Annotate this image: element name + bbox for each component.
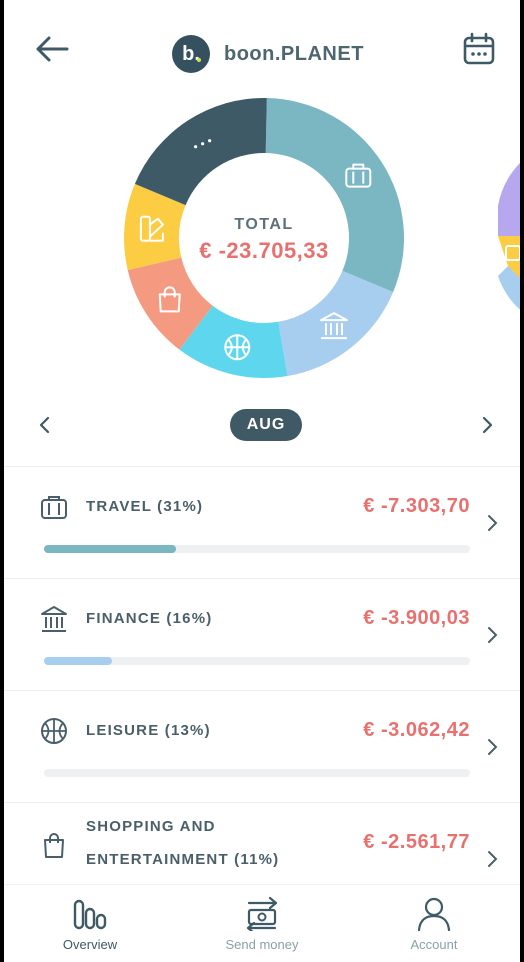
chevron-right-icon[interactable] <box>486 513 500 533</box>
calendar-icon[interactable] <box>462 32 496 66</box>
brand: b. boon.PLANET <box>172 34 364 74</box>
progress-track <box>44 769 470 777</box>
tab-account[interactable]: Account <box>348 885 520 962</box>
previous-month-donut[interactable] <box>4 146 34 326</box>
bank-icon <box>41 606 67 632</box>
category-row-travel[interactable]: TRAVEL (31%) € -7.303,70 <box>4 466 520 578</box>
category-label-line2: ENTERTAINMENT (11%) <box>86 851 280 868</box>
category-label: FINANCE (16%) <box>86 610 213 627</box>
tab-overview[interactable]: Overview <box>4 885 176 962</box>
total-value: € -23.705,33 <box>199 238 329 263</box>
bar-chart-icon <box>73 899 107 930</box>
basketball-icon <box>41 718 67 744</box>
category-row-leisure[interactable]: LEISURE (13%) € -3.062,42 <box>4 690 520 802</box>
category-label: TRAVEL (31%) <box>86 498 204 515</box>
category-amount: € -3.900,03 <box>363 607 470 629</box>
category-row-finance[interactable]: FINANCE (16%) € -3.900,03 <box>4 578 520 690</box>
category-amount: € -7.303,70 <box>363 495 470 517</box>
tab-send-money[interactable]: Send money <box>176 885 348 962</box>
next-month-donut[interactable] <box>498 146 520 326</box>
progress-track <box>44 657 470 665</box>
tab-bar: Overview Send money Account <box>4 884 520 962</box>
tab-label: Overview <box>62 937 118 952</box>
chevron-left-icon[interactable] <box>34 414 56 436</box>
progress-track <box>44 545 470 553</box>
month-selector[interactable]: AUG <box>230 409 302 441</box>
total-label: TOTAL <box>234 216 294 233</box>
category-label: LEISURE (13%) <box>86 722 211 739</box>
shopping-bag-icon <box>44 833 64 858</box>
chevron-right-icon[interactable] <box>486 737 500 757</box>
progress-fill <box>44 657 113 665</box>
donut-center: TOTAL € -23.705,33 <box>122 96 406 380</box>
chevron-right-icon[interactable] <box>486 849 500 869</box>
arrow-left-icon[interactable] <box>34 34 70 64</box>
spending-donut[interactable]: TOTAL € -23.705,33 <box>122 96 406 380</box>
category-label-line1: SHOPPING AND <box>86 818 216 835</box>
user-icon <box>417 897 451 931</box>
app-name: boon.PLANET <box>224 42 364 65</box>
category-amount: € -2.561,77 <box>363 831 470 853</box>
screen: b. boon.PLANET TOTAL € -23.705,33 AUG TR… <box>4 0 520 962</box>
send-money-icon <box>246 897 278 931</box>
app-logo: b. <box>172 35 210 73</box>
category-amount: € -3.062,42 <box>363 719 470 741</box>
progress-fill <box>44 545 177 553</box>
briefcase-icon <box>41 496 67 519</box>
chevron-right-icon[interactable] <box>476 414 498 436</box>
tab-label: Send money <box>225 937 299 952</box>
logo-letter: b. <box>182 42 200 65</box>
tab-label: Account <box>410 937 458 952</box>
chevron-right-icon[interactable] <box>486 625 500 645</box>
logo-dot <box>197 58 201 62</box>
